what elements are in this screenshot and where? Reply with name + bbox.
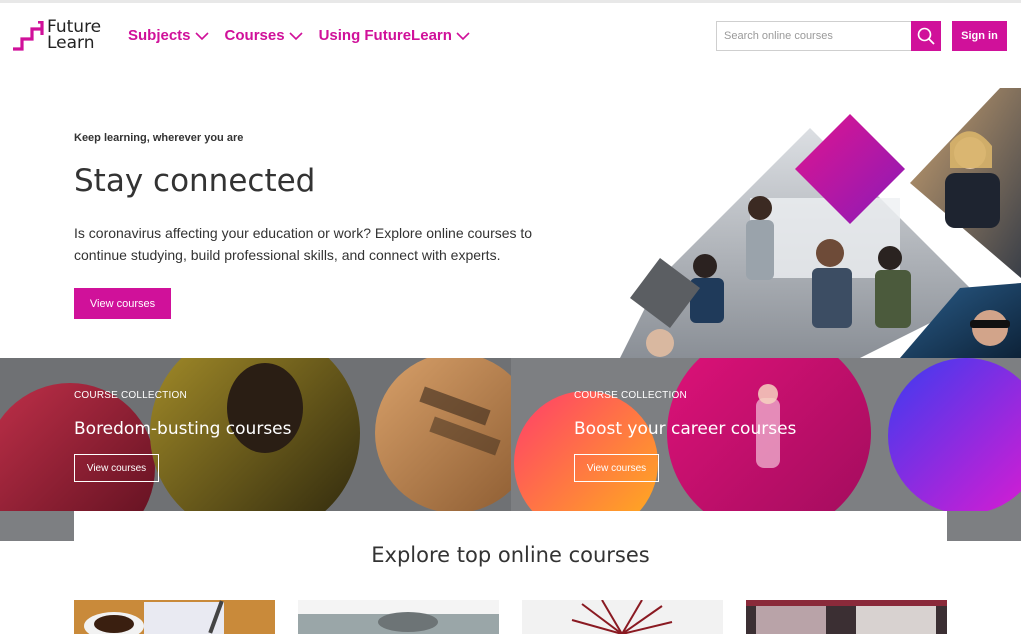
- main-nav: Subjects Courses Using FutureLearn: [128, 27, 470, 44]
- collection-eyebrow: COURSE COLLECTION: [574, 390, 687, 401]
- course-image: [746, 600, 947, 634]
- explore-section: Explore top online courses: [74, 511, 947, 634]
- chevron-down-icon: [456, 31, 470, 40]
- course-card-thumbnail[interactable]: [298, 600, 499, 634]
- hero-eyebrow: Keep learning, wherever you are: [74, 132, 244, 144]
- explore-title: Explore top online courses: [371, 543, 650, 567]
- course-card-thumbnail[interactable]: [746, 600, 947, 634]
- hero-view-courses-button[interactable]: View courses: [74, 288, 171, 319]
- chevron-down-icon: [288, 31, 303, 40]
- site-header: Future Learn Subjects Courses Using Futu…: [0, 3, 1021, 71]
- collection-view-courses-button[interactable]: View courses: [74, 454, 159, 482]
- collection-card-boredom[interactable]: COURSE COLLECTION Boredom-busting course…: [0, 358, 511, 511]
- sign-in-button[interactable]: Sign in: [952, 21, 1007, 51]
- course-card-thumbnail[interactable]: [522, 600, 723, 634]
- hero-description: Is coronavirus affecting your education …: [74, 225, 533, 263]
- course-image: [522, 600, 723, 634]
- search-input[interactable]: [716, 21, 911, 51]
- collection-title: Boredom-busting courses: [74, 419, 292, 439]
- nav-using-label: Using FutureLearn: [318, 27, 452, 44]
- collection-card-career[interactable]: COURSE COLLECTION Boost your career cour…: [511, 358, 1021, 511]
- search-icon: [917, 27, 935, 45]
- search-box: [716, 21, 941, 51]
- nav-using-futurelearn[interactable]: Using FutureLearn: [319, 27, 470, 44]
- hero-title: Stay connected: [74, 163, 316, 199]
- nav-courses-label: Courses: [224, 27, 285, 44]
- chevron-down-icon: [194, 31, 209, 40]
- collection-view-courses-button[interactable]: View courses: [574, 454, 659, 482]
- course-card-thumbnail[interactable]: [74, 600, 275, 634]
- hero-collage-image: [600, 88, 1021, 358]
- futurelearn-logo[interactable]: Future Learn: [12, 19, 102, 55]
- nav-subjects[interactable]: Subjects: [128, 27, 209, 44]
- course-image: [74, 600, 275, 634]
- nav-subjects-label: Subjects: [128, 27, 191, 44]
- logo-mark-icon: [13, 21, 44, 51]
- search-button[interactable]: [911, 21, 941, 51]
- collection-title: Boost your career courses: [574, 419, 797, 439]
- logo-text-learn: Learn: [47, 33, 95, 53]
- course-image: [298, 600, 499, 634]
- nav-courses[interactable]: Courses: [225, 27, 303, 44]
- collection-eyebrow: COURSE COLLECTION: [74, 390, 187, 401]
